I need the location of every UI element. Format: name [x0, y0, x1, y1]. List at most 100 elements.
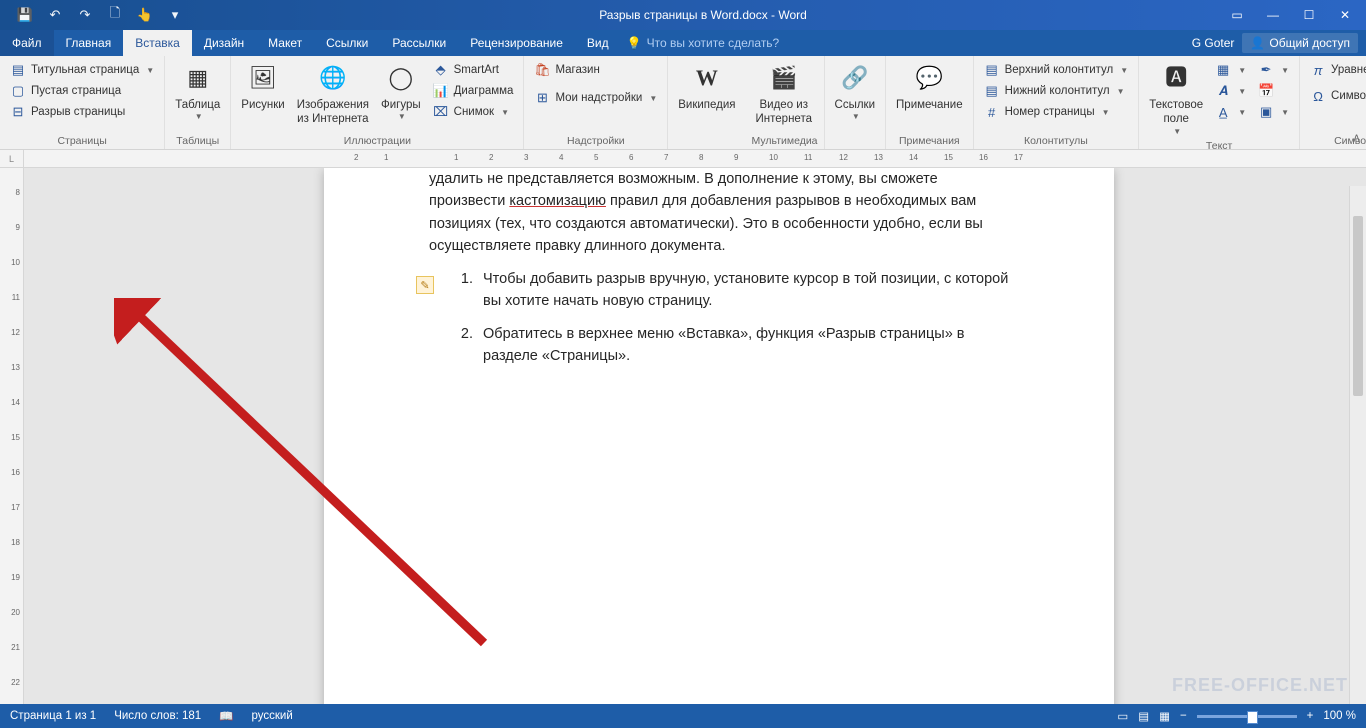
links-label: Ссылки	[835, 98, 876, 112]
page-container: удалить не представляется возможным. В д…	[24, 168, 1366, 704]
print-layout-icon[interactable]: ▤	[1138, 709, 1149, 723]
ribbon-options-icon[interactable]: ▭	[1220, 4, 1254, 26]
watermark: FREE-OFFICE.NET	[1172, 675, 1348, 696]
my-addins-button[interactable]: ⊞Мои надстройки▼	[530, 88, 661, 108]
group-tables: ▦Таблица▼ Таблицы	[165, 56, 231, 149]
undo-icon[interactable]: ↶	[44, 4, 66, 26]
tab-home[interactable]: Главная	[54, 30, 124, 56]
online-video-button[interactable]: 🎬Видео из Интернета	[752, 60, 816, 129]
smartart-label: SmartArt	[454, 64, 499, 76]
date-time-button[interactable]: 📅	[1254, 81, 1293, 101]
tab-design[interactable]: Дизайн	[192, 30, 256, 56]
links-button[interactable]: 🔗Ссылки▼	[831, 60, 880, 124]
list-item[interactable]: Обратитесь в верхнее меню «Вставка», фун…	[477, 323, 1009, 368]
tab-mailings[interactable]: Рассылки	[380, 30, 458, 56]
group-links: 🔗Ссылки▼	[825, 56, 887, 149]
touch-mode-icon[interactable]: 👆	[134, 4, 156, 26]
store-button[interactable]: 🛍Магазин	[530, 60, 661, 80]
numbered-list: Чтобы добавить разрыв вручную, установит…	[429, 268, 1009, 368]
qat-more-icon[interactable]: ▾	[164, 4, 186, 26]
page-number-button[interactable]: #Номер страницы▼	[980, 102, 1133, 122]
group-label-illustrations: Иллюстрации	[237, 134, 517, 147]
spell-check-icon[interactable]: 📖	[219, 709, 233, 723]
page-indicator[interactable]: Страница 1 из 1	[10, 710, 96, 722]
textbox-button[interactable]: 🅰Текстовое поле▼	[1145, 60, 1207, 139]
language-indicator[interactable]: русский	[251, 710, 292, 722]
quick-parts-button[interactable]: ▦▼	[1211, 60, 1250, 80]
table-button[interactable]: ▦Таблица▼	[171, 60, 224, 124]
chevron-down-icon: ▼	[146, 66, 154, 75]
table-label: Таблица	[175, 98, 220, 112]
zoom-in-icon[interactable]: +	[1307, 710, 1314, 722]
wordart-button[interactable]: 𝑨▼	[1211, 81, 1250, 101]
zoom-slider[interactable]	[1197, 715, 1297, 718]
header-button[interactable]: ▤Верхний колонтитул▼	[980, 60, 1133, 80]
vertical-scrollbar[interactable]	[1349, 186, 1366, 704]
equation-button[interactable]: πУравнение▼	[1306, 60, 1366, 80]
new-doc-icon[interactable]: 🗋	[104, 4, 126, 26]
word-count[interactable]: Число слов: 181	[114, 710, 201, 722]
header-icon: ▤	[984, 62, 1000, 78]
zoom-level[interactable]: 100 %	[1323, 710, 1356, 722]
equation-label: Уравнение	[1331, 64, 1366, 76]
tab-references[interactable]: Ссылки	[314, 30, 380, 56]
maximize-icon[interactable]: ☐	[1292, 4, 1326, 26]
drop-cap-button[interactable]: A̲▼	[1211, 102, 1250, 122]
blank-page-label: Пустая страница	[31, 85, 121, 97]
chart-button[interactable]: 📊Диаграмма	[429, 81, 518, 101]
chevron-down-icon: ▼	[1238, 108, 1246, 117]
close-icon[interactable]: ✕	[1328, 4, 1362, 26]
collapse-ribbon-icon[interactable]: ᐱ	[1353, 134, 1360, 145]
online-pictures-button[interactable]: 🌐Изображения из Интернета	[293, 60, 373, 129]
comment-marker-icon[interactable]: ✎	[416, 276, 434, 294]
zoom-out-icon[interactable]: −	[1180, 710, 1187, 722]
quick-access-toolbar: 💾 ↶ ↷ 🗋 👆 ▾	[0, 4, 186, 26]
footer-icon: ▤	[984, 83, 1000, 99]
group-label-wiki-empty	[674, 134, 739, 147]
status-right: ▭ ▤ ▦ − + 100 %	[1117, 709, 1356, 723]
pictures-label: Рисунки	[241, 98, 284, 112]
group-media: 🎬Видео из Интернета Мультимедиа	[746, 56, 825, 149]
symbol-button[interactable]: ΩСимвол▼	[1306, 86, 1366, 106]
read-mode-icon[interactable]: ▭	[1117, 709, 1128, 723]
shapes-label: Фигуры	[381, 98, 421, 112]
online-pictures-label: Изображения из Интернета	[297, 98, 369, 127]
web-layout-icon[interactable]: ▦	[1159, 709, 1170, 723]
object-button[interactable]: ▣▼	[1254, 102, 1293, 122]
blank-page-button[interactable]: ▢Пустая страница	[6, 81, 158, 101]
tab-file[interactable]: Файл	[0, 30, 54, 56]
tab-layout[interactable]: Макет	[256, 30, 314, 56]
tab-review[interactable]: Рецензирование	[458, 30, 575, 56]
comment-button[interactable]: 💬Примечание	[892, 60, 967, 114]
smartart-button[interactable]: ⬘SmartArt	[429, 60, 518, 80]
equation-icon: π	[1310, 62, 1326, 78]
canvas: 2 1 1 2 3 4 5 6 7 8 9 10 11 12 13 14 15 …	[24, 150, 1366, 704]
user-name[interactable]: G Goter	[1192, 36, 1235, 50]
list-item[interactable]: Чтобы добавить разрыв вручную, установит…	[477, 268, 1009, 313]
footer-button[interactable]: ▤Нижний колонтитул▼	[980, 81, 1133, 101]
redo-icon[interactable]: ↷	[74, 4, 96, 26]
horizontal-ruler[interactable]: 2 1 1 2 3 4 5 6 7 8 9 10 11 12 13 14 15 …	[24, 150, 1366, 168]
share-button[interactable]: 👤 Общий доступ	[1242, 33, 1358, 53]
minimize-icon[interactable]: —	[1256, 4, 1290, 26]
screenshot-icon: ⌧	[433, 104, 449, 120]
scrollbar-thumb[interactable]	[1353, 216, 1363, 396]
save-icon[interactable]: 💾	[14, 4, 36, 26]
tell-me-search[interactable]: 💡 Что вы хотите сделать?	[627, 30, 780, 56]
page[interactable]: удалить не представляется возможным. В д…	[324, 168, 1114, 704]
group-pages: ▤Титульная страница▼ ▢Пустая страница ⊟Р…	[0, 56, 165, 149]
screenshot-button[interactable]: ⌧Снимок▼	[429, 102, 518, 122]
wikipedia-icon: W	[691, 62, 723, 94]
wikipedia-button[interactable]: WВикипедия	[674, 60, 739, 114]
page-break-button[interactable]: ⊟Разрыв страницы	[6, 102, 158, 122]
signature-button[interactable]: ✒▼	[1254, 60, 1293, 80]
group-label-links-empty	[831, 134, 880, 147]
vertical-ruler[interactable]: 8 9 10 11 12 13 14 15 16 17 18 19 20 21 …	[0, 168, 24, 704]
cover-page-button[interactable]: ▤Титульная страница▼	[6, 60, 158, 80]
pictures-button[interactable]: 🖼Рисунки	[237, 60, 288, 114]
tab-insert[interactable]: Вставка	[123, 30, 192, 56]
document-body[interactable]: удалить не представляется возможным. В д…	[429, 168, 1009, 368]
header-label: Верхний колонтитул	[1005, 64, 1114, 76]
tab-view[interactable]: Вид	[575, 30, 621, 56]
shapes-button[interactable]: ◯Фигуры▼	[377, 60, 425, 124]
